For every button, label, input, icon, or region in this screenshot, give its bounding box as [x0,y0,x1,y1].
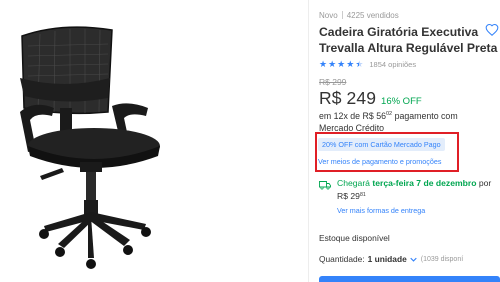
product-title-line-2: Trevalla Altura Regulável Preta [319,41,498,55]
installments-info: em 12x de R$ 5602 pagamento com Mercado … [319,109,494,134]
star-icon: ★ [337,59,346,69]
star-icon: ★ [346,59,355,69]
quantity-label: Quantidade: [319,254,365,264]
current-price: R$ 249 [319,88,377,108]
shipping-arrives: Chegará [337,178,373,188]
quantity-available: (1039 disponí [420,255,464,263]
payment-methods-link[interactable]: Ver meios de pagamento e promoções [318,157,441,166]
product-subtitle: Novo 4225 vendidos [319,11,399,20]
subtitle-separator [341,11,343,19]
product-info: Novo 4225 vendidos Cadeira Giratória Exec… [315,0,500,282]
shipping-date: terça-feira 7 de dezembro [372,178,477,188]
condition-label: Novo [319,11,338,20]
product-title-line-1: Cadeira Giratória Executiva [319,25,479,39]
quantity-selector[interactable]: Quantidade: 1 unidade (1039 disponí [319,254,463,264]
panel-divider [308,0,309,282]
star-half-icon: ★ [355,59,364,69]
original-price: R$ 299 [319,77,347,87]
sold-count: 4225 vendidos [346,11,399,20]
rating-count: 1854 opiniões [369,59,417,69]
product-image[interactable] [0,0,308,282]
price-row: R$ 249 16% OFF [319,88,422,109]
shipping-price: R$ 29 [337,190,360,201]
payment-promo-highlight: 20% OFF com Cartão Mercado Pago Ver meio… [315,132,459,172]
star-icon: ★ [319,59,328,69]
truck-icon [319,181,331,190]
product-title: Cadeira Giratória Executiva Trevalla Alt… [319,24,498,56]
star-icon: ★ [328,59,337,69]
shipping-text: Chegará terça-feira 7 de dezembro por R$… [337,178,500,202]
stock-status: Estoque disponível [319,233,390,243]
rating-stars: ★ ★ ★ ★ ★ [319,59,363,69]
installments-prefix: em 12x de R$ 56 [319,111,386,121]
more-shipping-options-link[interactable]: Ver mais formas de entrega [337,206,425,215]
shipping-by: por [476,178,492,188]
product-image-panel [0,0,308,282]
discount-badge: 16% OFF [381,96,422,107]
promo-badge[interactable]: 20% OFF com Cartão Mercado Pago [318,138,445,151]
installments-provider: Mercado Crédito [319,122,385,133]
chevron-down-icon [410,257,417,262]
installments-suffix: pagamento com [392,111,458,121]
shipping-price-cents: 81 [359,191,366,198]
rating-summary[interactable]: ★ ★ ★ ★ ★ 1854 opiniões [319,59,416,69]
quantity-value: 1 unidade [367,254,407,264]
buy-now-button[interactable] [319,276,500,282]
